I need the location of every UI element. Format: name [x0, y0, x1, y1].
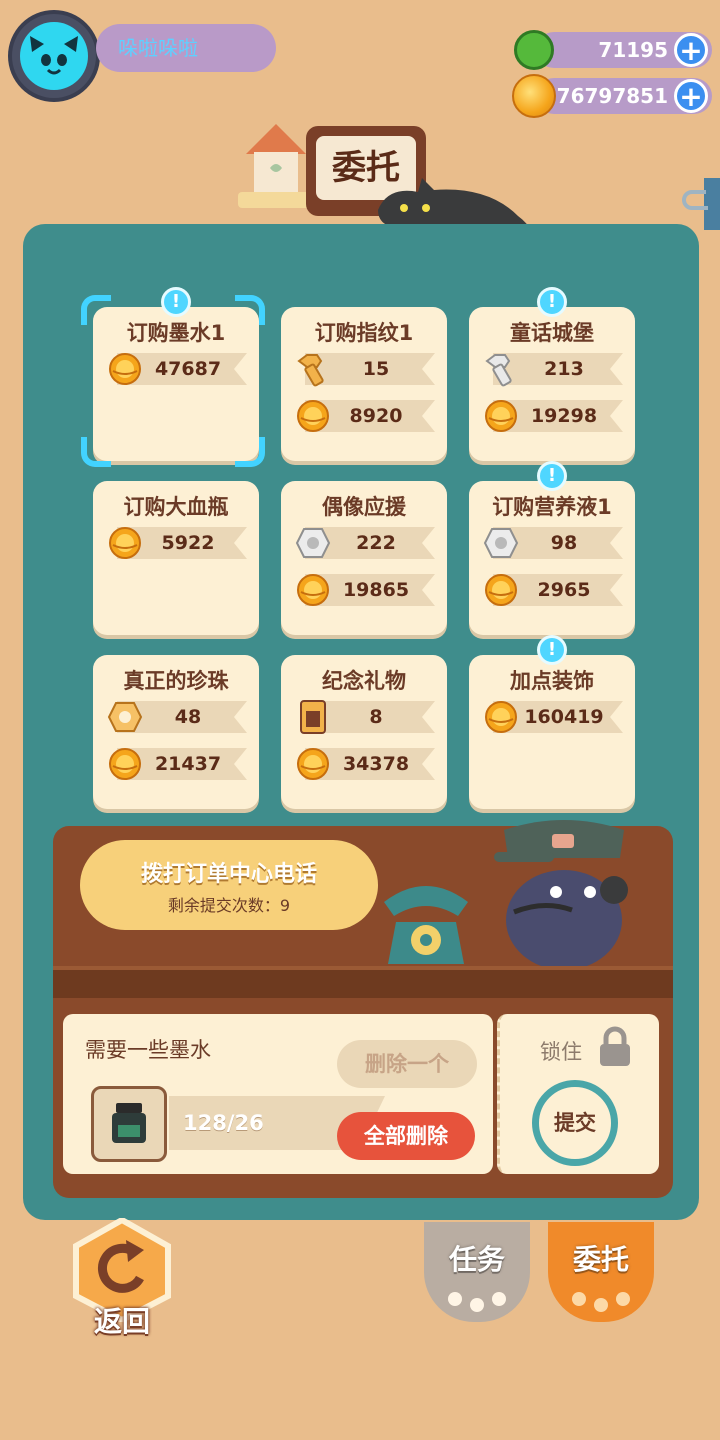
tasks-tab[interactable]: 任务 — [424, 1222, 530, 1322]
paw-pad — [448, 1292, 462, 1306]
reward-value: 34378 — [342, 753, 410, 775]
reward-row: 48 — [107, 697, 249, 737]
order-title: 订购营养液1 — [492, 495, 612, 519]
operator-character — [494, 820, 634, 970]
required-item-slot[interactable] — [91, 1086, 167, 1162]
telephone-icon[interactable] — [378, 876, 474, 968]
gold-coin-icon — [512, 74, 556, 118]
paw-pad — [492, 1292, 506, 1306]
reward-value: 5922 — [161, 532, 215, 554]
reward-row: 160419 — [483, 697, 625, 737]
reward-value: 48 — [174, 706, 202, 728]
selection-corner — [235, 295, 265, 325]
reward-row: 8920 — [295, 396, 437, 436]
player-name: 哚啦哚啦 — [96, 24, 276, 72]
order-card[interactable]: 真正的珍珠 48 21437 — [93, 655, 259, 809]
selection-corner — [81, 437, 111, 467]
reward-value: 213 — [544, 358, 584, 380]
commission-tab-label: 委托 — [572, 1243, 629, 1276]
order-card[interactable]: 订购大血瓶 5922 — [93, 481, 259, 635]
reward-value: 19298 — [530, 405, 598, 427]
tasks-tab-label: 任务 — [448, 1243, 505, 1276]
reward-value: 222 — [356, 532, 396, 554]
lock-icon[interactable] — [598, 1026, 632, 1066]
order-title: 童话城堡 — [510, 321, 594, 345]
paw-pad — [594, 1298, 608, 1312]
reward-row: 15 — [295, 349, 437, 389]
reward-value: 15 — [362, 358, 390, 380]
order-card[interactable]: 订购营养液1 98 2965! — [469, 461, 635, 635]
add-coins-button[interactable]: + — [674, 79, 708, 113]
reward-row: 8 — [295, 697, 437, 737]
paw-pad — [616, 1292, 630, 1306]
reward-value: 160419 — [524, 706, 604, 728]
call-order-center-label: 拨打订单中心电话 — [140, 862, 317, 887]
order-detail-card: 需要一些墨水 128/26 删除一个 全部删除 — [63, 1014, 493, 1174]
order-title: 真正的珍珠 — [123, 669, 229, 693]
order-title: 订购指纹1 — [314, 321, 414, 345]
lock-label[interactable]: 锁住 — [540, 1036, 582, 1066]
order-description: 需要一些墨水 — [85, 1038, 211, 1062]
order-card[interactable]: 童话城堡 213 19298! — [469, 287, 635, 461]
exclamation-badge-icon: ! — [537, 287, 567, 317]
order-card[interactable]: 偶像应援 222 19865 — [281, 481, 447, 635]
green-gem-icon — [514, 30, 554, 70]
paperclip-icon[interactable] — [678, 178, 720, 230]
paw-pad — [572, 1292, 586, 1306]
house-icon — [238, 118, 312, 216]
remaining-submissions: 剩余提交次数：9 — [167, 896, 291, 915]
order-title: 加点装饰 — [510, 669, 594, 693]
order-card[interactable]: 加点装饰 160419! — [469, 635, 635, 809]
reward-row: 21437 — [107, 744, 249, 784]
selection-corner — [81, 295, 111, 325]
back-label[interactable]: 返回 — [70, 1300, 174, 1340]
reward-row: 98 — [483, 523, 625, 563]
reward-value: 8920 — [349, 405, 403, 427]
order-title: 纪念礼物 — [322, 669, 406, 693]
commission-tab[interactable]: 委托 — [548, 1222, 654, 1322]
order-title: 偶像应援 — [322, 495, 406, 519]
reward-row: 19298 — [483, 396, 625, 436]
reward-value: 21437 — [154, 753, 222, 775]
selection-corner — [235, 437, 265, 467]
reward-row: 34378 — [295, 744, 437, 784]
reward-value: 98 — [550, 532, 578, 554]
lock-submit-panel: 锁住 提交 — [497, 1014, 659, 1174]
reward-row: 19865 — [295, 570, 437, 610]
reward-row: 5922 — [107, 523, 249, 563]
reward-value: 8 — [369, 706, 383, 728]
delete-one-button[interactable]: 删除一个 — [337, 1040, 477, 1088]
reward-row: 2965 — [483, 570, 625, 610]
paw-pad — [470, 1298, 484, 1312]
exclamation-badge-icon: ! — [537, 461, 567, 491]
cat-face-icon — [20, 22, 88, 90]
reward-value: 2965 — [537, 579, 591, 601]
delete-all-button[interactable]: 全部删除 — [337, 1112, 475, 1160]
exclamation-badge-icon: ! — [161, 287, 191, 317]
counter-shelf — [53, 966, 673, 998]
order-card[interactable]: 订购墨水1 47687! — [81, 287, 265, 467]
order-card[interactable]: 订购指纹1 15 8920 — [281, 307, 447, 461]
order-title: 订购大血瓶 — [123, 495, 229, 519]
gem-value: 71195 — [598, 38, 668, 62]
add-gems-button[interactable]: + — [674, 33, 708, 67]
order-card[interactable]: 纪念礼物 8 34378 — [281, 655, 447, 809]
reward-row: 222 — [295, 523, 437, 563]
player-avatar[interactable] — [12, 14, 96, 98]
quantity-progress: 128/26 — [183, 1111, 264, 1135]
coin-value: 76797851 — [556, 84, 668, 108]
speech-bubble: 拨打订单中心电话 剩余提交次数：9 — [80, 840, 378, 930]
reward-value: 19865 — [342, 579, 410, 601]
submit-button[interactable]: 提交 — [532, 1080, 618, 1166]
reward-value: 47687 — [154, 358, 222, 380]
reward-row: 47687 — [107, 349, 249, 389]
reward-row: 213 — [483, 349, 625, 389]
ink-bottle-icon — [112, 1103, 146, 1143]
exclamation-badge-icon: ! — [537, 635, 567, 665]
